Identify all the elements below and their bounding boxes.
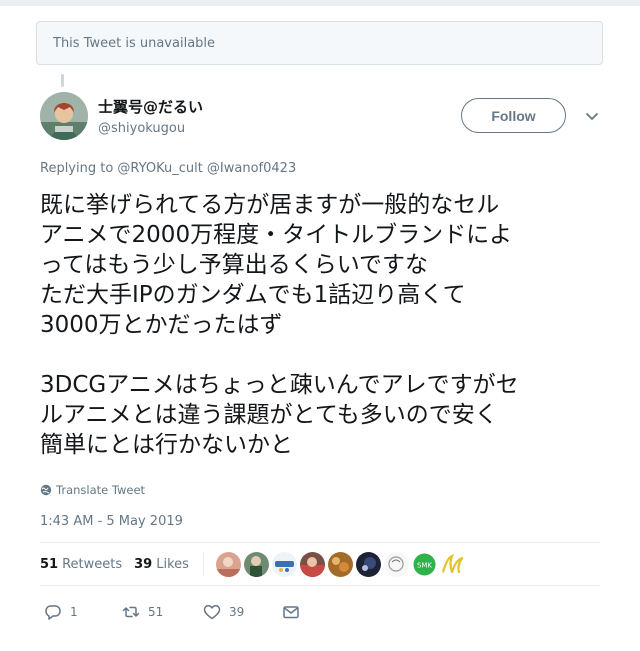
- liker-avatar[interactable]: SMK: [411, 551, 437, 577]
- top-edge: [0, 0, 640, 6]
- avatar[interactable]: [40, 92, 88, 140]
- replying-to-context[interactable]: Replying to @RYOKu_cult @Iwanof0423: [40, 161, 296, 176]
- likes-label: Likes: [156, 556, 189, 572]
- reply-icon: [45, 605, 61, 620]
- retweets-stat[interactable]: 51 Retweets: [40, 557, 122, 572]
- tweet-text: 既に挙げられてる方が居ますが一般的なセル アニメで2000万程度・タイトルブラン…: [40, 192, 519, 458]
- stats-divider: [202, 552, 204, 576]
- follow-button[interactable]: Follow: [461, 98, 566, 133]
- retweets-label: Retweets: [62, 556, 123, 572]
- likes-count: 39: [134, 556, 153, 572]
- direct-message-action[interactable]: [282, 603, 300, 621]
- liker-avatar[interactable]: [299, 551, 325, 577]
- tweet-stats: 51 Retweets 39 Likes SMK: [40, 542, 600, 586]
- like-count: 39: [229, 605, 245, 619]
- liker-avatar[interactable]: [327, 551, 353, 577]
- liker-avatars: SMK: [215, 551, 465, 577]
- unavailable-notice-text: This Tweet is unavailable: [53, 36, 216, 51]
- reply-action[interactable]: 1: [44, 603, 78, 621]
- translate-tweet-label: Translate Tweet: [56, 483, 146, 497]
- svg-text:SMK: SMK: [417, 561, 432, 569]
- chevron-down-icon[interactable]: [584, 108, 600, 124]
- heart-icon: [203, 605, 221, 620]
- thread-connector-line: [61, 74, 64, 87]
- liker-avatar[interactable]: [271, 551, 297, 577]
- retweets-count: 51: [40, 556, 59, 572]
- unavailable-tweet-notice: This Tweet is unavailable: [36, 21, 603, 65]
- translate-tweet-link[interactable]: Translate Tweet: [40, 483, 145, 497]
- user-handle[interactable]: @shiyokugou: [98, 121, 185, 136]
- retweet-icon: [122, 606, 140, 618]
- liker-avatar[interactable]: [383, 551, 409, 577]
- globe-icon: [40, 484, 52, 496]
- user-display-name[interactable]: 士翼号@だるい: [98, 96, 203, 117]
- like-action[interactable]: 39: [203, 603, 244, 621]
- liker-avatar[interactable]: [355, 551, 381, 577]
- likes-stat[interactable]: 39 Likes: [134, 557, 189, 572]
- reply-count: 1: [70, 605, 78, 619]
- liker-avatar[interactable]: [439, 551, 465, 577]
- avatar-image: [40, 92, 88, 140]
- tweet-timestamp[interactable]: 1:43 AM - 5 May 2019: [40, 514, 183, 529]
- envelope-icon: [283, 606, 299, 619]
- liker-avatar[interactable]: [243, 551, 269, 577]
- liker-avatar[interactable]: [215, 551, 241, 577]
- retweet-action[interactable]: 51: [122, 603, 163, 621]
- retweet-count: 51: [148, 605, 164, 619]
